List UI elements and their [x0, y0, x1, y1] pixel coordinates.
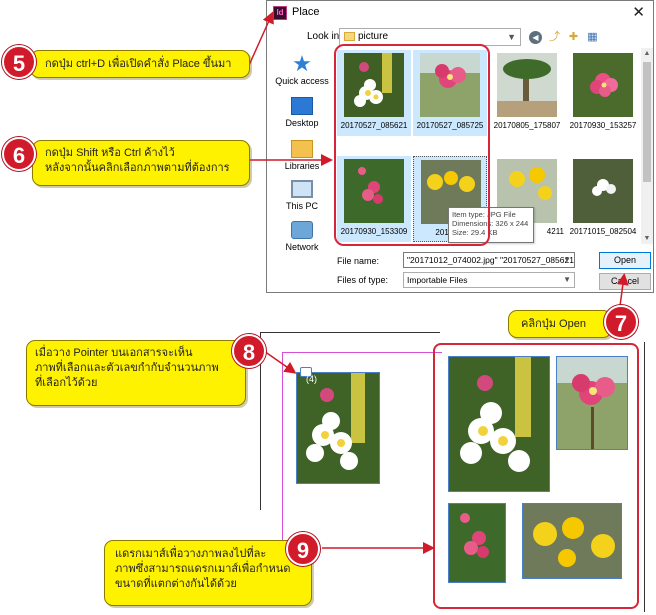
step-badge-8: 8	[232, 334, 266, 368]
chevron-down-icon[interactable]: ▼	[563, 253, 571, 267]
new-folder-icon[interactable]: ✚	[567, 31, 580, 44]
callout-text: กดปุ่ม ctrl+D เพื่อเปิดคำสั่ง Place ขึ้น…	[45, 58, 232, 70]
place-libraries[interactable]: Libraries	[271, 140, 333, 171]
callout-step-6: กดปุ่ม Shift หรือ Ctrl ค้างไว้ หลังจากนั…	[32, 140, 250, 186]
step-badge-9: 9	[286, 532, 320, 566]
place-quick-access[interactable]: ★ Quick access	[271, 51, 333, 87]
step-badge-7: 7	[604, 305, 638, 339]
scroll-thumb[interactable]	[643, 62, 651, 182]
indesign-app-icon: Id	[273, 6, 287, 20]
place-label: Libraries	[284, 161, 320, 171]
margin-guide-top	[282, 352, 442, 353]
place-label: Network	[285, 242, 319, 252]
callout-text-line3: ขนาดที่แตกต่างกันได้ด้วย	[115, 578, 237, 590]
look-in-label: Look in:	[307, 31, 343, 42]
photo-thumbnail	[497, 53, 557, 117]
photo-thumbnail	[573, 159, 633, 223]
cancel-button[interactable]: Cancel	[599, 273, 651, 290]
callout-text-line3: ที่เลือกไว้ด้วย	[35, 377, 98, 389]
file-name-label: File name:	[337, 256, 380, 266]
callout-text-line2: ภาพที่เลือกและตัวเลขกำกับจำนวนภาพ	[35, 362, 219, 374]
open-button[interactable]: Open	[599, 252, 651, 269]
file-item[interactable]: 20170805_175807	[490, 50, 564, 136]
cursor-image-count: (4)	[306, 374, 317, 384]
network-icon	[291, 221, 313, 239]
dialog-title: Place	[292, 6, 320, 18]
file-name: 20171015_082504	[569, 227, 637, 236]
callout-text-line2: หลังจากนั้นคลิกเลือกภาพตามที่ต้องการ	[45, 162, 230, 174]
back-icon[interactable]: ◀	[529, 30, 542, 44]
file-name-value: "20171012_074002.jpg" "20170527_085621.j…	[407, 255, 575, 265]
file-type-label: Files of type:	[337, 275, 389, 285]
callout-step-5: กดปุ่ม ctrl+D เพื่อเปิดคำสั่ง Place ขึ้น…	[30, 50, 250, 78]
scroll-down-icon[interactable]: ▼	[641, 235, 653, 242]
file-item[interactable]: 20171015_082504	[566, 156, 640, 242]
place-network[interactable]: Network	[271, 221, 333, 252]
selection-highlight-frame	[334, 44, 490, 246]
folder-icon	[344, 32, 355, 41]
place-label: Desktop	[285, 118, 319, 128]
callout-text-line2: ภาพซึ่งสามารถแดรกเมาส์เพื่อกำหนด	[115, 563, 291, 575]
chevron-down-icon: ▼	[507, 32, 516, 42]
place-desktop[interactable]: Desktop	[271, 97, 333, 128]
desktop-icon	[291, 97, 313, 115]
callout-step-9: แดรกเมาส์เพื่อวางภาพลงไปที่ละ ภาพซึ่งสาม…	[104, 540, 312, 606]
view-menu-icon[interactable]: ▦	[586, 31, 599, 44]
scroll-up-icon[interactable]: ▲	[641, 50, 653, 57]
dialog-toolbar: ◀ ⤴ ✚ ▦	[529, 28, 599, 46]
page-edge-right	[644, 342, 645, 612]
look-in-value: picture	[358, 31, 389, 42]
callout-text-line1: กดปุ่ม Shift หรือ Ctrl ค้างไว้	[45, 147, 175, 159]
placed-images-highlight-frame	[433, 343, 639, 609]
computer-icon	[291, 180, 313, 198]
file-name: 20170930_153257	[569, 121, 637, 130]
callout-step-8: เมื่อวาง Pointer บนเอกสารจะเห็น ภาพที่เล…	[26, 340, 246, 406]
step-badge-5: 5	[2, 45, 36, 79]
callout-text-line1: แดรกเมาส์เพื่อวางภาพลงไปที่ละ	[115, 548, 267, 560]
page-edge-top	[260, 332, 440, 333]
file-type-value: Importable Files	[407, 275, 468, 285]
file-item[interactable]: 20170930_153257	[566, 50, 640, 136]
file-name-field[interactable]: "20171012_074002.jpg" "20170527_085621.j…	[403, 252, 575, 268]
close-icon[interactable]: ✕	[632, 3, 645, 21]
file-type-dropdown[interactable]: Importable Files ▼	[403, 272, 575, 288]
up-folder-icon[interactable]: ⤴	[548, 31, 561, 44]
dialog-titlebar: Id Place ✕	[267, 1, 653, 25]
file-list-scrollbar[interactable]: ▲ ▼	[641, 48, 653, 244]
callout-text-line1: เมื่อวาง Pointer บนเอกสารจะเห็น	[35, 347, 193, 359]
loaded-cursor-preview	[296, 372, 380, 484]
place-this-pc[interactable]: This PC	[271, 180, 333, 211]
file-name: 20170805_175807	[493, 121, 561, 130]
places-bar: ★ Quick access Desktop Libraries This PC…	[271, 49, 333, 259]
step-badge-6: 6	[2, 137, 36, 171]
chevron-down-icon: ▼	[563, 275, 571, 284]
place-label: This PC	[285, 201, 318, 211]
libraries-icon	[291, 140, 313, 158]
photo-thumbnail	[573, 53, 633, 117]
place-label: Quick access	[275, 76, 329, 86]
star-icon: ★	[292, 51, 312, 76]
callout-step-7: คลิกปุ่ม Open	[508, 310, 612, 338]
callout-text: คลิกปุ่ม Open	[521, 318, 586, 330]
